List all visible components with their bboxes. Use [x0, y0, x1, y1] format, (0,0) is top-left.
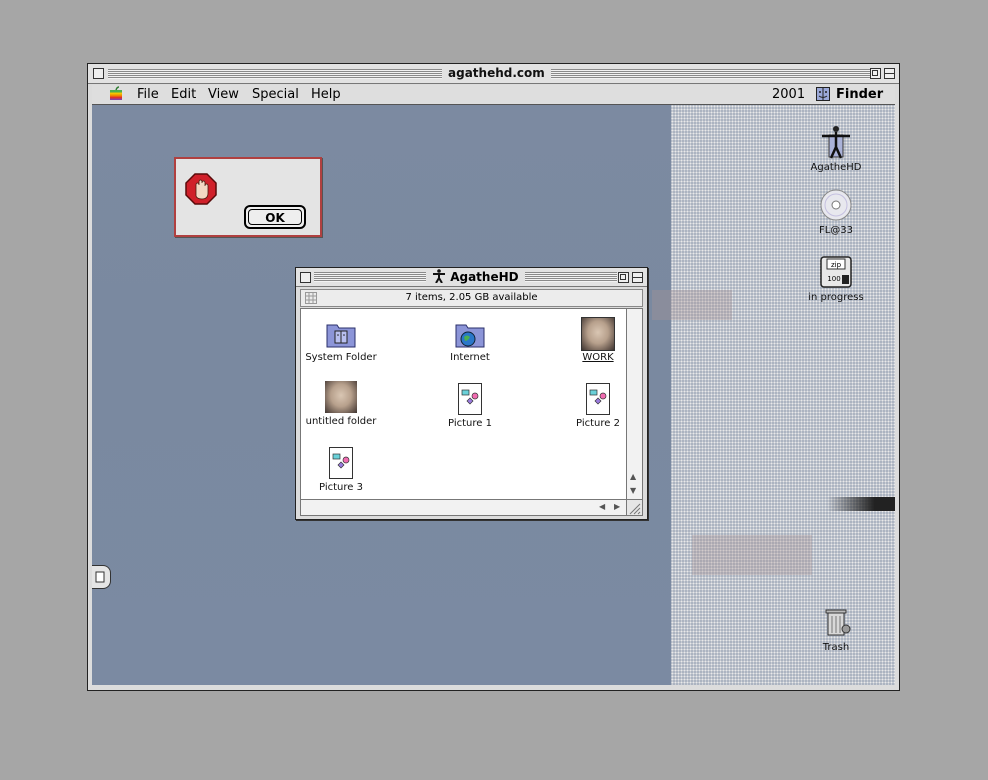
view-grid-icon: [305, 292, 317, 304]
horizontal-scrollbar[interactable]: ◀ ▶: [300, 500, 627, 516]
scroll-right-arrow-icon[interactable]: ▶: [614, 502, 620, 511]
finder-titlebar[interactable]: AgatheHD: [296, 268, 647, 287]
face-folder-icon: [324, 381, 358, 415]
close-box[interactable]: [93, 68, 104, 79]
face-folder-icon: [581, 317, 615, 351]
finder-window-agathehd: AgatheHD 7 items, 2.05 GB available Syst…: [295, 267, 648, 520]
picture-document-icon: [453, 383, 487, 417]
svg-text:zip: zip: [831, 261, 842, 269]
desktop-icon-agathehd[interactable]: AgatheHD: [806, 125, 866, 173]
menu-view[interactable]: View: [208, 86, 239, 103]
collapse-box[interactable]: [884, 68, 895, 79]
backdrop-blotch: [692, 535, 812, 575]
desktop-icon-in-progress[interactable]: zip 100 in progress: [798, 255, 874, 303]
zip-disk-icon: zip 100: [820, 256, 852, 288]
stop-hand-icon: [185, 173, 217, 205]
picture-document-icon: [581, 383, 615, 417]
trash-icon: [825, 609, 851, 636]
finder-close-box[interactable]: [300, 272, 311, 283]
item-system-folder[interactable]: System Folder: [296, 317, 386, 363]
system-folder-icon: [324, 317, 358, 351]
desktop-icon-fl33[interactable]: FL@33: [806, 188, 866, 236]
finder-zoom-box[interactable]: [618, 272, 629, 283]
finder-collapse-box[interactable]: [632, 272, 643, 283]
item-internet[interactable]: Internet: [425, 317, 515, 363]
alert-dialog: OK: [174, 157, 322, 237]
svg-text:100: 100: [827, 275, 840, 283]
menu-file[interactable]: File: [137, 86, 159, 103]
mac-desktop: File Edit View Special Help 2001 Finder …: [92, 85, 895, 685]
ok-button[interactable]: OK: [244, 205, 306, 229]
menu-help[interactable]: Help: [311, 86, 341, 103]
menu-edit[interactable]: Edit: [171, 86, 196, 103]
menu-active-app[interactable]: Finder: [836, 86, 883, 103]
picture-document-icon: [324, 447, 358, 481]
window-title: agathehd.com: [442, 65, 551, 82]
scroll-down-arrow-icon[interactable]: ▼: [630, 486, 636, 495]
finder-title: AgatheHD: [426, 268, 525, 286]
item-picture-3[interactable]: Picture 3: [296, 445, 386, 493]
collapsed-drawer-tab[interactable]: [92, 565, 111, 589]
cd-icon: [820, 189, 852, 221]
item-picture-1[interactable]: Picture 1: [425, 381, 515, 429]
finder-info-bar: 7 items, 2.05 GB available: [300, 289, 643, 307]
desktop-icon-trash[interactable]: Trash: [806, 605, 866, 653]
browser-window: agathehd.com File Edit View Special Help…: [87, 63, 900, 691]
finder-app-icon[interactable]: [816, 87, 830, 106]
window-titlebar[interactable]: agathehd.com: [88, 64, 899, 84]
item-untitled-folder[interactable]: untitled folder: [296, 381, 386, 427]
backdrop-streak: [827, 497, 895, 511]
apple-menu-icon[interactable]: [109, 86, 123, 106]
backdrop-blotch: [652, 290, 732, 320]
menu-clock[interactable]: 2001: [772, 86, 805, 103]
menu-bar: File Edit View Special Help 2001 Finder: [92, 85, 895, 105]
finder-content: System Folder Internet WORK untitled fol…: [300, 308, 627, 500]
hard-drive-figure-icon: [822, 126, 850, 159]
resize-grip-icon[interactable]: [627, 500, 643, 516]
vertical-scrollbar[interactable]: ▲ ▼: [627, 308, 643, 500]
internet-folder-icon: [453, 317, 487, 351]
scroll-up-arrow-icon[interactable]: ▲: [630, 472, 636, 481]
zoom-box[interactable]: [870, 68, 881, 79]
menu-special[interactable]: Special: [252, 86, 299, 103]
scroll-left-arrow-icon[interactable]: ◀: [599, 502, 605, 511]
agathe-figure-icon: [433, 269, 445, 284]
